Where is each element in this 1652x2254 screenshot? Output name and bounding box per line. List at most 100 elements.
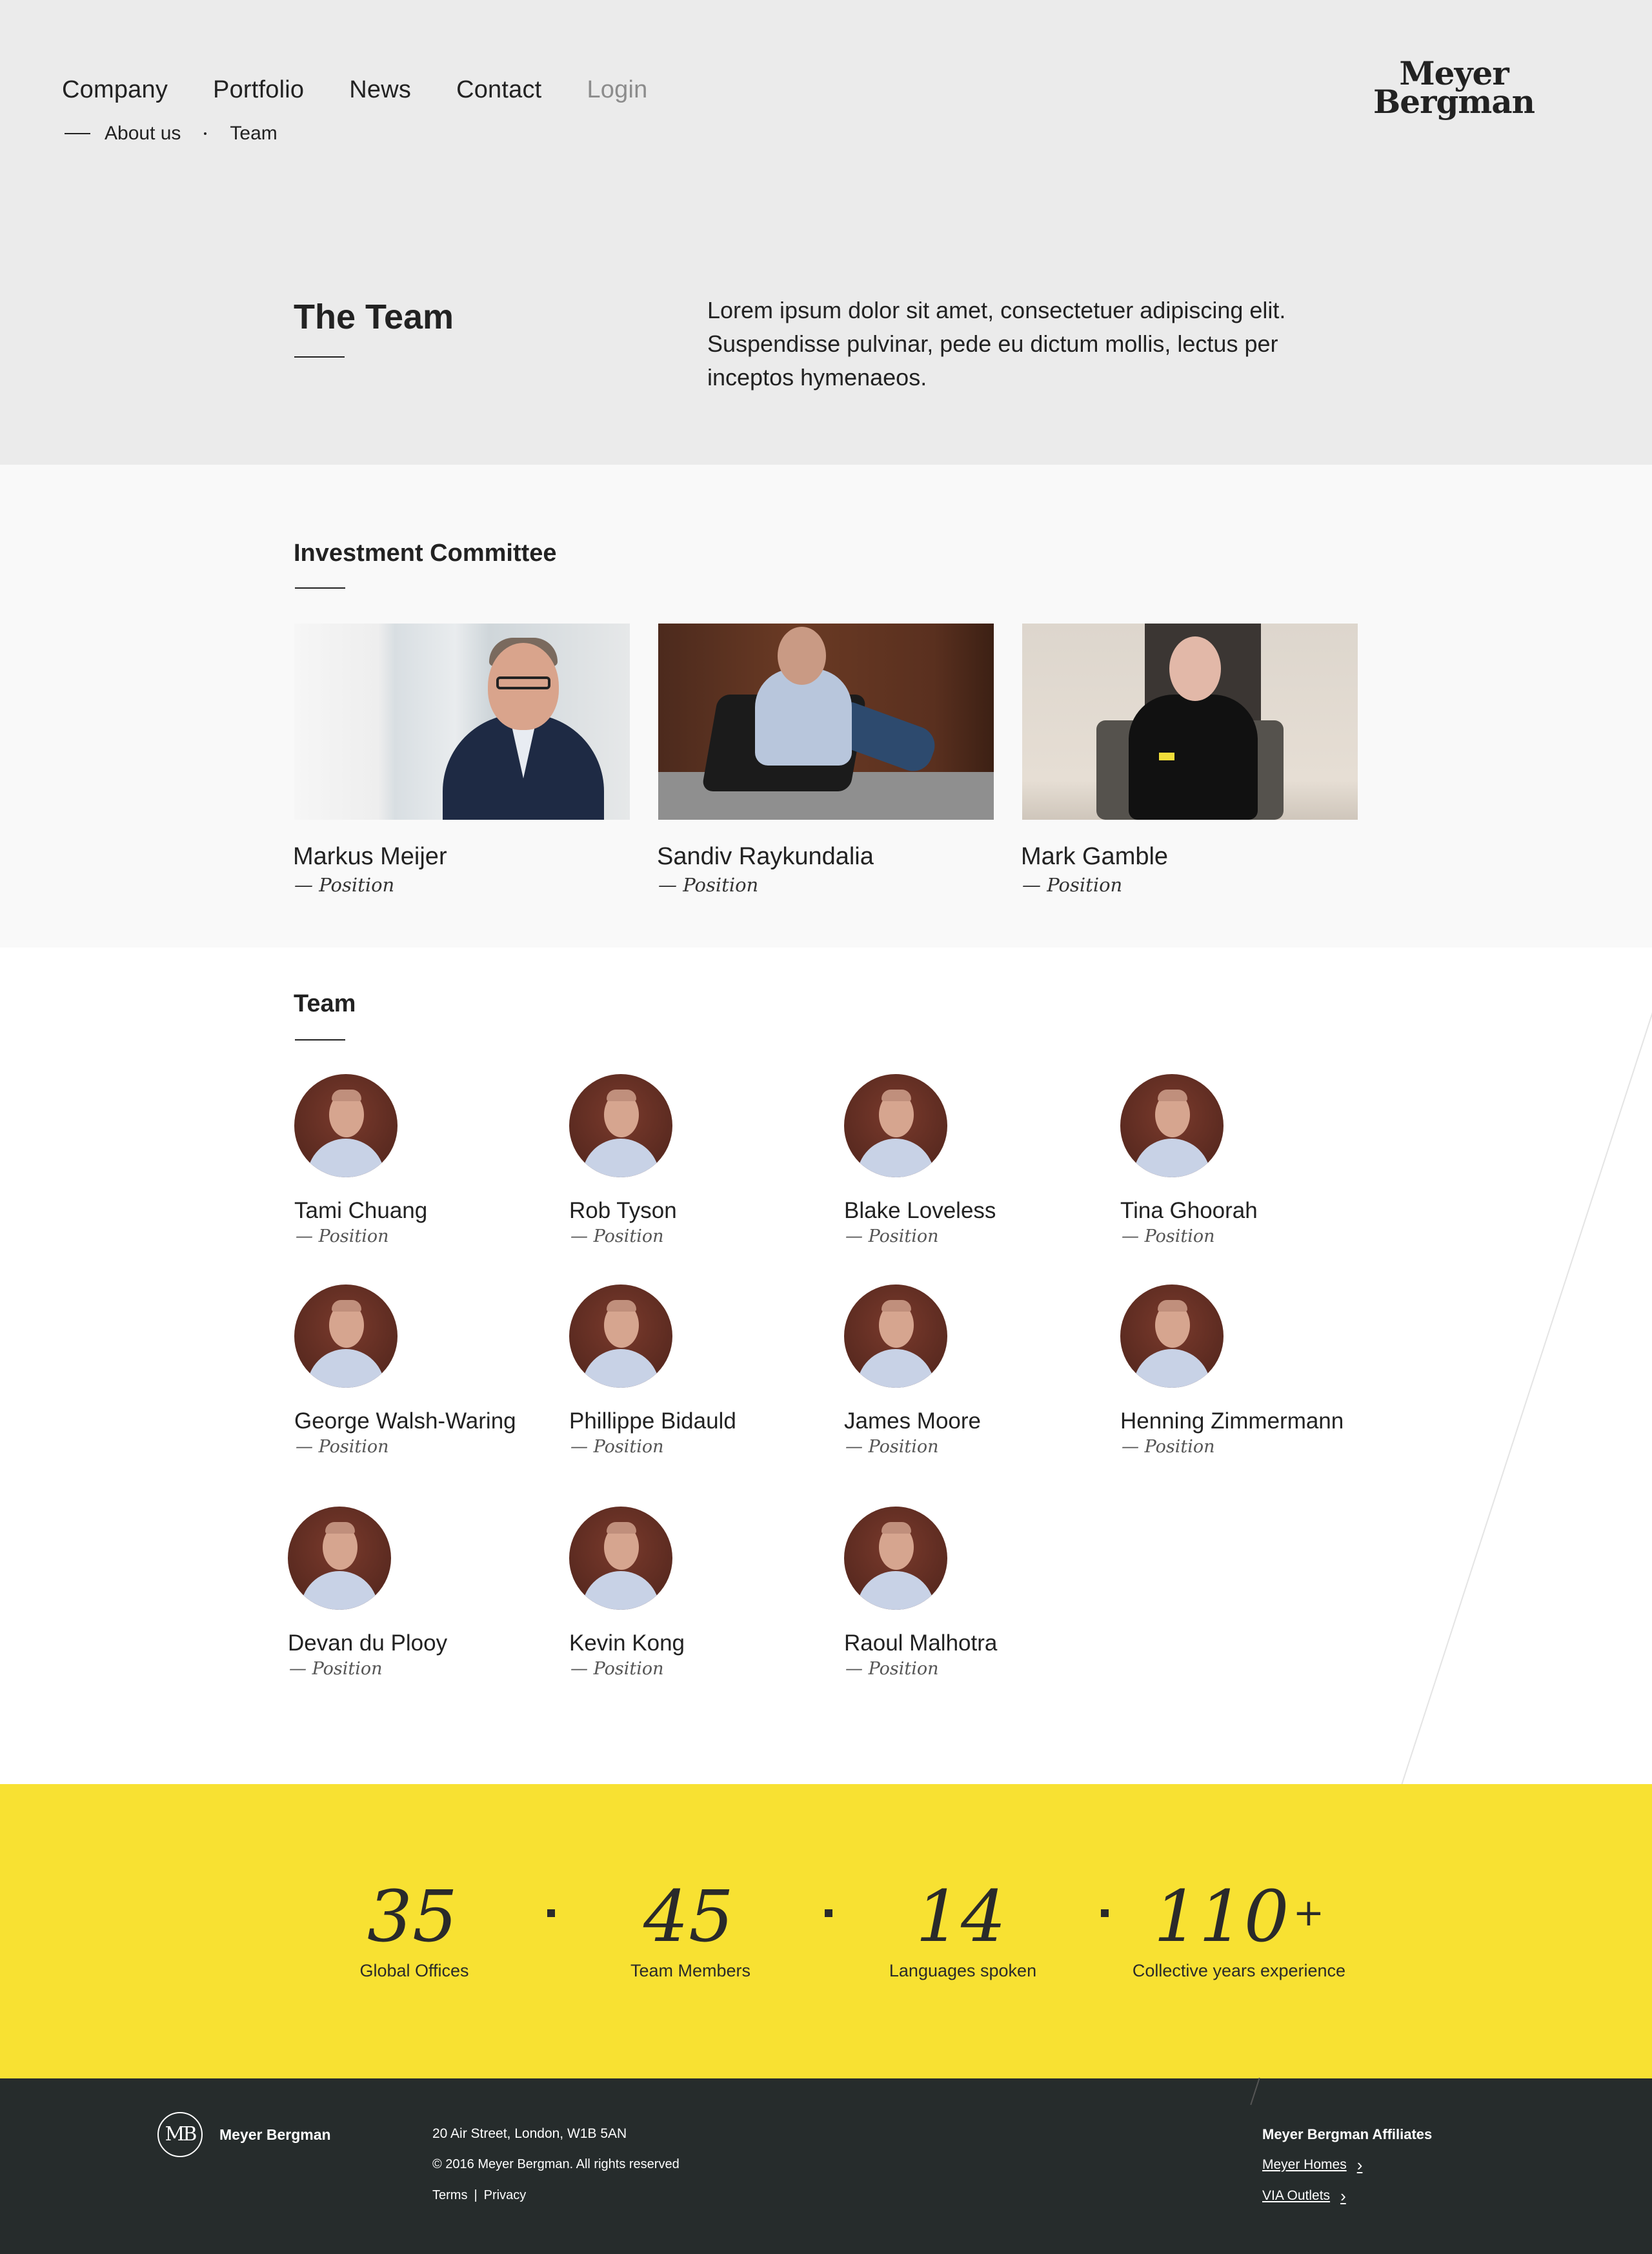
stat-value: 14	[916, 1875, 1006, 1958]
member-avatar	[288, 1507, 391, 1610]
footer-brand: Meyer Bergman	[219, 2126, 331, 2143]
nav-company[interactable]: Company	[62, 76, 168, 104]
subnav-about-us[interactable]: About us	[105, 123, 181, 145]
team-member[interactable]: James Moore — Position	[844, 1284, 1115, 1457]
member-position: — Position	[1122, 1437, 1215, 1457]
team-member[interactable]: Devan du Plooy — Position	[288, 1507, 559, 1679]
committee-title: Investment Committee	[294, 540, 557, 567]
member-position: — Position	[570, 1437, 664, 1457]
member-position: — Position	[1022, 874, 1123, 896]
decorative-slash	[1250, 2077, 1260, 2106]
affiliate-meyer-homes[interactable]: Meyer Homes ›	[1262, 2157, 1362, 2173]
subnav-separator	[204, 132, 207, 135]
team-member[interactable]: Tami Chuang — Position	[294, 1074, 565, 1246]
chevron-right-icon: ›	[1356, 2155, 1363, 2175]
member-position: — Position	[845, 1437, 939, 1457]
affiliate-label: VIA Outlets	[1262, 2188, 1331, 2203]
member-name: Markus Meijer	[293, 843, 447, 870]
team-member[interactable]: Phillippe Bidauld — Position	[569, 1284, 840, 1457]
member-name: George Walsh-Waring	[294, 1408, 516, 1434]
member-position: — Position	[1122, 1226, 1215, 1246]
page-footer: MB Meyer Bergman 20 Air Street, London, …	[0, 2077, 1652, 2254]
committee-title-underline	[295, 587, 345, 589]
member-name: Raoul Malhotra	[844, 1630, 998, 1656]
team-title-underline	[295, 1039, 345, 1041]
terms-link[interactable]: Terms	[432, 2188, 467, 2203]
member-position: — Position	[658, 874, 759, 896]
member-avatar	[1120, 1074, 1224, 1177]
member-avatar	[569, 1284, 672, 1388]
member-name: Rob Tyson	[569, 1198, 677, 1223]
affiliates-title: Meyer Bergman Affiliates	[1262, 2126, 1433, 2142]
committee-card[interactable]: Markus Meijer — Position	[293, 624, 630, 896]
intro-text: Lorem ipsum dolor sit amet, consectetuer…	[707, 297, 1286, 391]
subnav-dash	[65, 133, 90, 134]
main-nav: Company Portfolio News Contact Login	[62, 76, 647, 104]
team-member[interactable]: Henning Zimmermann — Position	[1120, 1284, 1391, 1457]
footer-address: 20 Air Street, London, W1B 5AN	[432, 2126, 627, 2141]
subnav-team[interactable]: Team	[230, 123, 277, 145]
team-member[interactable]: Kevin Kong — Position	[569, 1507, 840, 1679]
page-header: Company Portfolio News Contact Login Abo…	[0, 0, 1652, 465]
chevron-right-icon: ›	[1340, 2186, 1346, 2206]
team-member[interactable]: Tina Ghoorah — Position	[1120, 1074, 1391, 1246]
member-avatar	[569, 1074, 672, 1177]
affiliate-via-outlets[interactable]: VIA Outlets ›	[1262, 2188, 1346, 2204]
member-avatar	[844, 1507, 947, 1610]
nav-portfolio[interactable]: Portfolio	[213, 76, 304, 104]
team-member[interactable]: Raoul Malhotra — Position	[844, 1507, 1115, 1679]
logo-line-2: Bergman	[1373, 83, 1535, 121]
title-underline	[294, 356, 345, 358]
member-avatar	[844, 1074, 947, 1177]
member-position: — Position	[289, 1659, 383, 1679]
member-position: — Position	[570, 1659, 664, 1679]
stat-years-experience: 110 + Collective years experience	[1123, 1871, 1355, 1981]
investment-committee-section: Investment Committee Markus Meijer — Pos…	[0, 465, 1652, 948]
member-position: — Position	[845, 1226, 939, 1246]
stat-languages: 14 Languages spoken	[847, 1871, 1079, 1981]
nav-login[interactable]: Login	[587, 76, 647, 104]
legal-separator: |	[474, 2188, 478, 2202]
member-position: — Position	[294, 874, 395, 896]
stat-team-members: 45 Team Members	[574, 1871, 807, 1981]
nav-news[interactable]: News	[349, 76, 411, 104]
member-name: Tina Ghoorah	[1120, 1198, 1258, 1223]
affiliate-label: Meyer Homes	[1262, 2157, 1347, 2172]
stat-global-offices: 35 Global Offices	[298, 1871, 530, 1981]
member-name: Blake Loveless	[844, 1198, 996, 1223]
team-section: Team Tami Chuang — Position Rob Tyson — …	[0, 948, 1652, 1784]
committee-card[interactable]: Mark Gamble — Position	[1021, 624, 1358, 896]
team-member[interactable]: George Walsh-Waring — Position	[294, 1284, 565, 1457]
member-name: Devan du Plooy	[288, 1630, 448, 1656]
member-position: — Position	[570, 1226, 664, 1246]
member-photo	[658, 624, 994, 820]
brand-logo[interactable]: Meyer Bergman	[1373, 57, 1535, 121]
nav-contact[interactable]: Contact	[456, 76, 541, 104]
member-position: — Position	[296, 1226, 389, 1246]
stat-label: Languages spoken	[889, 1961, 1037, 1980]
member-avatar	[844, 1284, 947, 1388]
member-name: James Moore	[844, 1408, 982, 1434]
stat-label: Global Offices	[359, 1961, 469, 1980]
team-member[interactable]: Blake Loveless — Position	[844, 1074, 1115, 1246]
team-member[interactable]: Rob Tyson — Position	[569, 1074, 840, 1246]
member-photo	[294, 624, 630, 820]
member-avatar	[569, 1507, 672, 1610]
stats-band: 35 Global Offices 45 Team Members 14 Lan…	[0, 1784, 1652, 2078]
member-name: Tami Chuang	[294, 1198, 428, 1223]
footer-legal-links: Terms | Privacy	[432, 2188, 526, 2203]
stat-separator	[547, 1909, 555, 1917]
monogram-logo[interactable]: MB	[157, 2112, 203, 2157]
footer-copyright: © 2016 Meyer Bergman. All rights reserve…	[432, 2157, 680, 2171]
stat-label: Team Members	[630, 1961, 751, 1980]
member-name: Henning Zimmermann	[1120, 1408, 1344, 1434]
stat-separator	[825, 1909, 832, 1917]
privacy-link[interactable]: Privacy	[484, 2188, 527, 2203]
stat-separator	[1101, 1909, 1109, 1917]
member-name: Kevin Kong	[569, 1630, 685, 1656]
stat-label: Collective years experience	[1132, 1961, 1346, 1980]
page-title: The Team	[294, 298, 454, 336]
member-avatar	[294, 1284, 398, 1388]
stat-value: 110 +	[1153, 1875, 1325, 1958]
committee-card[interactable]: Sandiv Raykundalia — Position	[657, 624, 994, 896]
